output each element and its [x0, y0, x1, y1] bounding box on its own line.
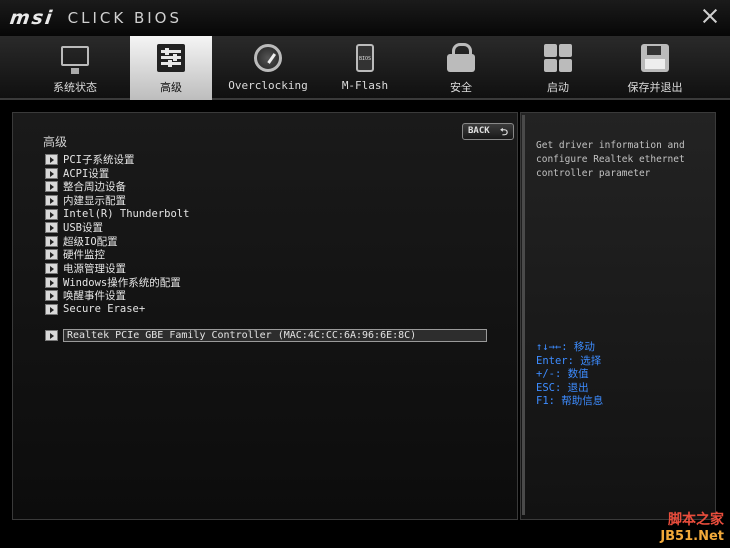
brand-logo: msi — [8, 7, 56, 29]
tab-label: Overclocking — [228, 79, 308, 92]
arrow-right-icon — [45, 330, 58, 342]
tab-advanced[interactable]: 高级 — [130, 36, 212, 100]
key-help-move: ↑↓→←: 移动 — [536, 341, 595, 353]
menu-item-pci[interactable]: PCI子系统设置 — [45, 153, 189, 167]
menu-item-label: Intel(R) Thunderbolt — [63, 208, 190, 221]
tab-label: 高级 — [160, 81, 182, 94]
arrow-right-icon — [45, 290, 58, 302]
tab-save-exit[interactable]: 保存并退出 — [614, 36, 696, 100]
menu-item-wake-events[interactable]: 唤醒事件设置 — [45, 289, 189, 303]
menu-item-label: 唤醒事件设置 — [63, 290, 126, 303]
tab-label: 安全 — [450, 81, 472, 94]
menu-item-integrated-peripherals[interactable]: 整合周边设备 — [45, 180, 189, 194]
floppy-disk-icon — [641, 44, 669, 72]
monitor-icon — [61, 46, 89, 74]
key-help-list: ↑↓→←: 移动 Enter: 选择 +/-: 数值 ESC: 退出 F1: 帮… — [536, 341, 603, 409]
help-panel: Get driver information and configure Rea… — [520, 112, 716, 520]
product-name: CLICK BIOS — [67, 9, 182, 27]
watermark-line2: JB51.Net — [660, 529, 724, 544]
top-navigation: 系统状态 高级 Overclocking M-Flash 安全 启动 保存并退出 — [0, 36, 730, 100]
arrow-right-icon — [45, 195, 58, 207]
arrow-right-icon — [45, 276, 58, 288]
page-title: 高级 — [43, 135, 68, 149]
back-label: BACK — [468, 126, 490, 136]
watermark: 脚本之家 JB51.Net — [660, 509, 724, 544]
return-arrow-icon: ⮌ — [499, 127, 508, 138]
menu-item-windows-config[interactable]: Windows操作系统的配置 — [45, 275, 189, 289]
arrow-right-icon — [45, 208, 58, 220]
key-help-value: +/-: 数值 — [536, 368, 589, 381]
menu-item-power-management[interactable]: 电源管理设置 — [45, 262, 189, 276]
key-help-select: Enter: 选择 — [536, 354, 602, 367]
tab-label: 保存并退出 — [627, 81, 683, 94]
menu-item-integrated-graphics[interactable]: 内建显示配置 — [45, 194, 189, 208]
settings-panel: 高级 BACK ⮌ PCI子系统设置 ACPI设置 整合周边设备 内建显示配置 … — [12, 112, 518, 520]
menu-item-super-io[interactable]: 超级IO配置 — [45, 235, 189, 249]
tab-label: 系统状态 — [53, 81, 97, 94]
msi-click-bios-logo: msi CLICK BIOS — [8, 6, 182, 30]
scrollbar[interactable] — [522, 115, 525, 515]
arrow-right-icon — [45, 222, 58, 234]
title-bar: msi CLICK BIOS — [0, 0, 730, 36]
close-icon[interactable] — [702, 8, 718, 24]
tab-overclocking[interactable]: Overclocking — [227, 36, 309, 100]
menu-item-realtek-controller[interactable]: Realtek PCIe GBE Family Controller (MAC:… — [45, 329, 487, 343]
tab-system-status[interactable]: 系统状态 — [34, 36, 116, 100]
menu-item-acpi[interactable]: ACPI设置 — [45, 167, 189, 181]
arrow-right-icon — [45, 303, 58, 315]
tab-label: 启动 — [547, 81, 569, 94]
key-help-exit: ESC: 退出 — [536, 381, 589, 394]
tab-boot[interactable]: 启动 — [517, 36, 599, 100]
watermark-line1: 脚本之家 — [668, 512, 724, 528]
arrow-right-icon — [45, 235, 58, 247]
settings-menu: PCI子系统设置 ACPI设置 整合周边设备 内建显示配置 Intel(R) T… — [45, 153, 189, 316]
lock-icon — [447, 43, 475, 72]
gauge-icon — [254, 44, 282, 72]
menu-item-thunderbolt[interactable]: Intel(R) Thunderbolt — [45, 207, 189, 221]
key-help-help: F1: 帮助信息 — [536, 395, 604, 408]
menu-item-usb[interactable]: USB设置 — [45, 221, 189, 235]
tab-m-flash[interactable]: M-Flash — [324, 36, 406, 100]
menu-item-secure-erase[interactable]: Secure Erase+ — [45, 303, 189, 317]
arrow-right-icon — [45, 263, 58, 275]
tab-label: M-Flash — [341, 79, 389, 92]
help-description: Get driver information and configure Rea… — [536, 140, 685, 179]
boot-grid-icon — [544, 44, 572, 72]
back-button[interactable]: BACK ⮌ — [462, 123, 514, 140]
tab-security[interactable]: 安全 — [420, 36, 502, 100]
menu-item-label: 内建显示配置 — [63, 195, 126, 208]
arrow-right-icon — [45, 249, 58, 261]
menu-item-label: Secure Erase+ — [63, 303, 146, 316]
menu-item-hardware-monitor[interactable]: 硬件监控 — [45, 248, 189, 262]
usb-bios-icon — [356, 44, 374, 72]
menu-item-label: Realtek PCIe GBE Family Controller (MAC:… — [63, 329, 487, 343]
arrow-right-icon — [45, 181, 58, 193]
arrow-right-icon — [45, 167, 58, 179]
sliders-icon — [157, 44, 185, 72]
arrow-right-icon — [45, 154, 58, 166]
